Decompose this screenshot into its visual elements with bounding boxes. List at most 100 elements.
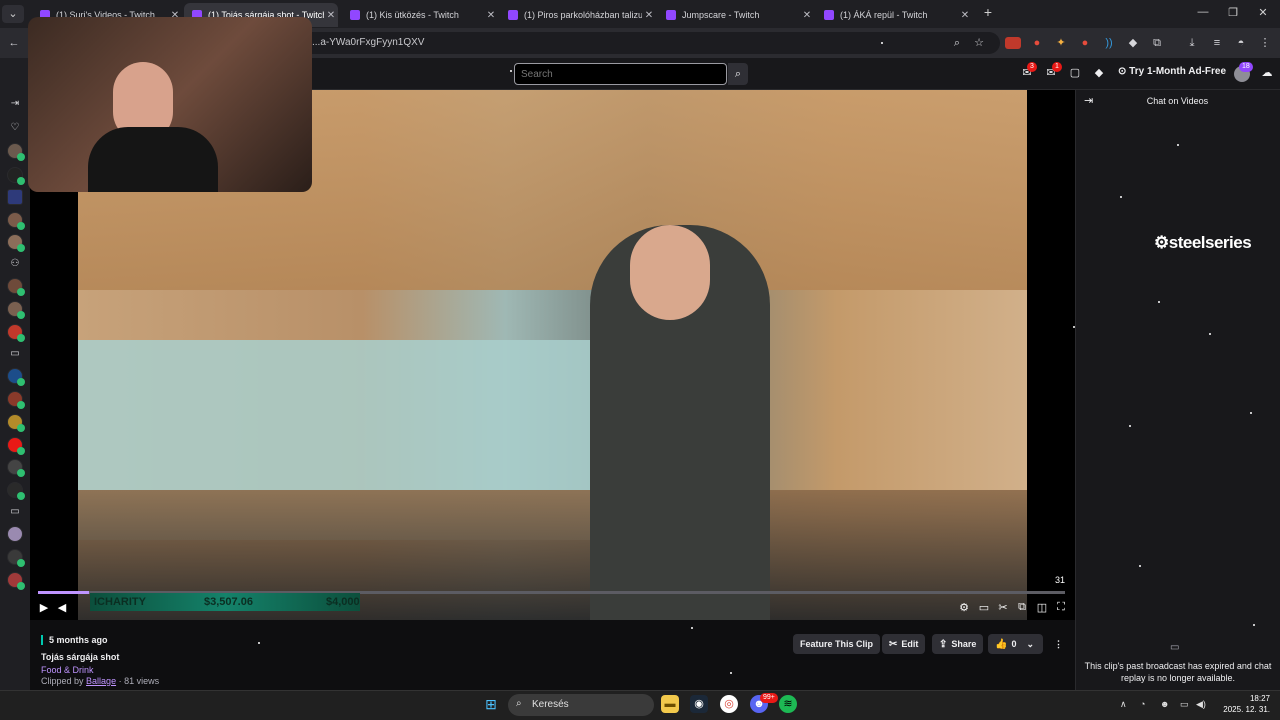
feature-clip-button[interactable]: Feature This Clip	[793, 634, 881, 654]
channel-avatar[interactable]	[7, 167, 25, 185]
extension-icon[interactable]	[1005, 37, 1021, 49]
mini-player-icon[interactable]: ⧉	[1014, 601, 1030, 614]
tab-jumpscare[interactable]: Jumpscare - Twitch ✕	[658, 3, 814, 27]
heart-icon[interactable]: ♡	[8, 122, 22, 133]
channel-avatar[interactable]	[7, 459, 25, 477]
prime-crown-icon: ⊙	[1118, 66, 1130, 77]
snow-particle	[881, 42, 883, 44]
new-tab-button[interactable]: +	[978, 4, 998, 20]
channel-avatar[interactable]	[7, 278, 25, 296]
tab-search-button[interactable]: ⌄	[2, 5, 24, 23]
tab-aka-repul[interactable]: (1) ÁKÁ repül - Twitch ✕	[816, 3, 972, 27]
live-indicator	[17, 311, 25, 319]
extension-icon[interactable]: ●	[1077, 35, 1093, 51]
discord-tray-icon[interactable]: ☻	[1160, 699, 1169, 709]
channel-avatar[interactable]	[7, 482, 25, 500]
like-button[interactable]: 👍 0 ⌄	[988, 634, 1043, 654]
close-icon[interactable]: ✕	[484, 10, 498, 21]
chrome-icon[interactable]: ◎	[720, 695, 738, 713]
channel-avatar[interactable]	[7, 526, 23, 542]
bookmark-star-icon[interactable]: ☆	[971, 35, 987, 51]
maximize-button[interactable]: ❐	[1223, 6, 1243, 19]
extension-icon[interactable]: ●	[1029, 35, 1045, 51]
like-count: 0	[1011, 639, 1017, 649]
taskbar-clock[interactable]: 18:27 2025. 12. 31.	[1218, 693, 1270, 715]
notifications-badge: 1	[1052, 62, 1062, 72]
file-explorer-icon[interactable]: ▬	[661, 695, 679, 713]
settings-gear-icon[interactable]: ⚙	[956, 601, 972, 614]
channel-avatar[interactable]	[7, 212, 25, 230]
network-tray-icon[interactable]: ◔	[1140, 699, 1145, 709]
fullscreen-icon[interactable]: ⛶	[1053, 601, 1069, 614]
live-indicator	[17, 401, 25, 409]
channel-avatar[interactable]	[7, 572, 25, 590]
taskbar-search[interactable]: Keresés	[508, 694, 654, 716]
ad-free-button[interactable]: ⊙ Try 1-Month Ad-Free	[1118, 66, 1226, 77]
cloud-icon[interactable]: ☁	[1259, 66, 1275, 79]
live-indicator	[17, 447, 25, 455]
profile-icon[interactable]: ◓	[1233, 35, 1249, 51]
live-indicator	[17, 582, 25, 590]
channel-avatar[interactable]	[7, 234, 25, 252]
user-icon[interactable]: ⚇	[8, 258, 22, 269]
channel-avatar[interactable]	[7, 143, 25, 161]
download-icon[interactable]: ⤓	[1184, 35, 1200, 51]
theatre-mode-icon[interactable]: ▭	[976, 601, 992, 614]
whispers-icon[interactable]: ▢	[1067, 66, 1083, 79]
address-bar[interactable]: ...a-YWa0rFxgFyyn1QXV	[300, 32, 1000, 54]
extension-icon[interactable]: ))	[1101, 35, 1117, 51]
display-tray-icon[interactable]: ▭	[1180, 699, 1189, 710]
close-icon[interactable]: ✕	[800, 10, 814, 21]
play-icon[interactable]: ▶	[36, 601, 52, 614]
video-icon[interactable]: ▭	[8, 506, 22, 517]
clipper-link[interactable]: Ballage	[86, 676, 116, 686]
channel-avatar[interactable]	[7, 368, 25, 386]
channel-avatar[interactable]	[7, 324, 25, 342]
channel-avatar[interactable]	[7, 301, 25, 319]
close-window-button[interactable]: ✕	[1253, 6, 1273, 19]
menu-kebab-icon[interactable]: ⋮	[1257, 35, 1273, 51]
search-input[interactable]	[514, 63, 727, 85]
tab-kis-utkozes[interactable]: (1) Kis ütközés - Twitch ✕	[342, 3, 498, 27]
search-icon: ⌕	[516, 698, 522, 709]
steam-icon[interactable]: ◉	[690, 695, 708, 713]
channel-avatar[interactable]	[7, 189, 23, 205]
clip-category-link[interactable]: Food & Drink	[41, 665, 94, 675]
channel-avatar[interactable]	[7, 437, 25, 455]
chat-title: Chat on Videos	[1146, 96, 1209, 106]
close-icon[interactable]: ✕	[958, 10, 972, 21]
channel-avatar[interactable]	[7, 391, 25, 409]
extension-icon[interactable]: ✦	[1053, 35, 1069, 51]
channel-avatar[interactable]	[7, 414, 25, 432]
volume-tray-icon[interactable]: ◀)	[1196, 699, 1206, 710]
back-icon[interactable]: ←	[6, 35, 22, 51]
clip-attribution: Clipped by Ballage · 81 views	[41, 676, 159, 686]
close-icon[interactable]: ✕	[642, 10, 656, 21]
windows-start-icon[interactable]: ⊞	[482, 695, 500, 713]
channel-avatar[interactable]	[7, 549, 25, 567]
video-timestamp: 31	[1055, 575, 1066, 585]
tab-label: (1) Piros parkolóházban talizunk	[524, 10, 642, 20]
chevron-down-icon[interactable]: ⌄	[1026, 639, 1034, 650]
search-icon[interactable]: ⌕	[728, 63, 748, 85]
webcam-body	[88, 127, 218, 192]
video-icon[interactable]: ▭	[8, 348, 22, 359]
minimize-button[interactable]: —	[1193, 6, 1213, 18]
close-icon[interactable]: ✕	[324, 10, 338, 21]
clip-icon[interactable]: ✂	[995, 601, 1011, 614]
volume-icon[interactable]: ◀	[54, 601, 70, 614]
reading-list-icon[interactable]: ≡	[1209, 35, 1225, 51]
tab-label: Jumpscare - Twitch	[682, 10, 760, 20]
chevron-up-icon[interactable]: ∧	[1120, 699, 1127, 710]
edit-button[interactable]: ✂ Edit	[882, 634, 926, 654]
bits-icon[interactable]: ◆	[1091, 66, 1107, 79]
spotify-icon[interactable]: ≋	[779, 695, 797, 713]
expand-sidebar-icon[interactable]: ⇥	[8, 98, 22, 109]
more-options-button[interactable]: ⋮	[1047, 634, 1070, 654]
sidebar-toggle-icon[interactable]: ◫	[1034, 601, 1050, 614]
tab-piros-parkolohaz[interactable]: (1) Piros parkolóházban talizunk ✕	[500, 3, 656, 27]
extension-icon[interactable]: ◆	[1125, 35, 1141, 51]
share-button[interactable]: ⇪ Share	[932, 634, 984, 654]
extensions-puzzle-icon[interactable]: ⧉	[1149, 35, 1165, 51]
zoom-icon[interactable]: ⌕	[949, 35, 965, 51]
